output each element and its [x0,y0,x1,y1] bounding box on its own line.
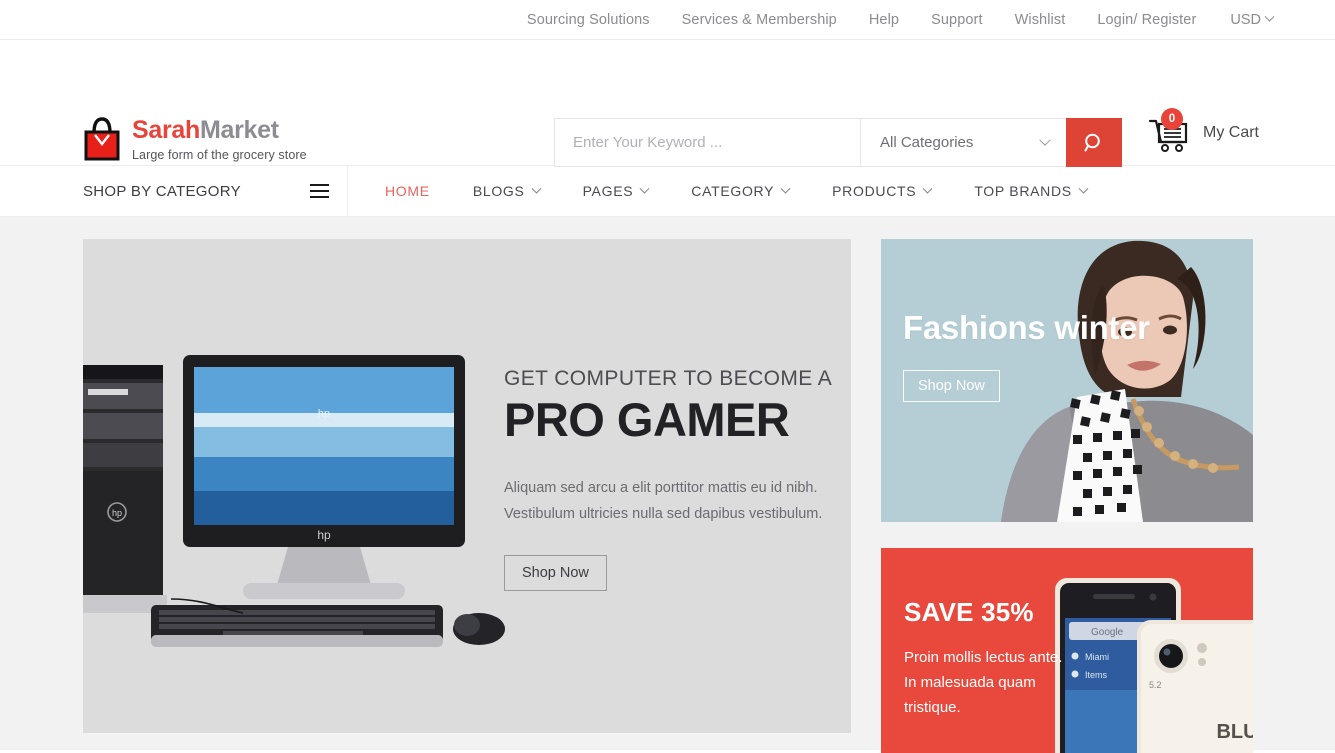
shopping-bag-icon [83,116,121,162]
topbar-link-sourcing-solutions[interactable]: Sourcing Solutions [527,12,650,28]
topbar-link-login-register[interactable]: Login/ Register [1097,12,1196,28]
chevron-down-icon [922,183,933,194]
svg-text:hp: hp [112,508,122,518]
search-bar: All Categories [554,118,1122,167]
shopping-cart-icon: 0 [1148,108,1190,154]
save-banner-title: SAVE 35% [904,597,1034,627]
hero-description: Aliquam sed arcu a elit porttitor mattis… [504,480,823,522]
chevron-down-icon [639,183,650,194]
top-utility-bar: Sourcing Solutions Services & Membership… [0,0,1335,40]
currency-label: USD [1230,11,1261,28]
search-button[interactable] [1066,118,1122,167]
fashion-banner-shop-now-button[interactable]: Shop Now [903,370,1000,402]
logo-name-primary: Sarah [132,116,200,144]
fashion-banner-title: Fashions winter [903,309,1150,346]
svg-text:Google: Google [1091,627,1124,638]
nav-item-label: PAGES [582,183,634,199]
svg-text:BLU: BLU [1216,721,1253,743]
nav-links: HOME BLOGS PAGES CATEGORY PRODUCTS TOP B… [348,166,1130,216]
nav-item-top-brands[interactable]: TOP BRANDS [974,183,1089,199]
search-input[interactable] [555,119,860,166]
chevron-down-icon [1039,134,1051,146]
chevron-down-icon [531,183,542,194]
desktop-computer-photo: hp hp hp [83,355,505,647]
topbar-link-services-membership[interactable]: Services & Membership [682,12,837,28]
shop-by-category-button[interactable]: SHOP BY CATEGORY [83,166,348,216]
site-logo[interactable]: SarahMarket Large form of the grocery st… [83,116,307,162]
nav-item-blogs[interactable]: BLOGS [472,183,542,199]
chevron-down-icon [1264,11,1275,22]
search-category-select[interactable]: All Categories [860,119,1066,166]
nav-item-pages[interactable]: PAGES [582,183,650,199]
search-category-value: All Categories [880,134,974,151]
logo-wordmark: SarahMarket [132,116,279,144]
save-banner-description: Proin mollis lectus ante. In malesuada q… [904,649,1063,716]
hero-text-block: GET COMPUTER TO BECOME A PRO GAMER Aliqu… [504,367,834,591]
logo-tagline: Large form of the grocery store [132,148,307,162]
logo-name-secondary: Market [199,116,279,144]
nav-item-label: TOP BRANDS [974,183,1072,199]
blu-smartphones-photo: Google Miami Items 5.2 BLU [1055,578,1253,753]
currency-selector[interactable]: USD [1230,11,1275,28]
svg-text:Items: Items [1085,670,1108,680]
hero-slide[interactable]: hp hp hp GET COMPUTER TO BECOME A PRO GA… [83,239,851,733]
svg-text:hp: hp [317,528,331,542]
nav-item-label: CATEGORY [691,183,775,199]
topbar-link-support[interactable]: Support [931,12,983,28]
topbar-link-wishlist[interactable]: Wishlist [1015,12,1066,28]
hamburger-menu-icon[interactable] [310,183,329,199]
promo-banner-save[interactable]: Google Miami Items 5.2 BLU SAVE 35% Proi… [881,548,1253,753]
site-header: SarahMarket Large form of the grocery st… [0,40,1335,167]
chevron-down-icon [1078,183,1089,194]
nav-item-category[interactable]: CATEGORY [691,183,791,199]
cart-label: My Cart [1203,124,1259,141]
nav-item-label: PRODUCTS [832,183,917,199]
hero-title: PRO GAMER [504,393,790,446]
svg-text:hp: hp [318,408,330,420]
nav-item-label: HOME [385,183,430,199]
nav-item-home[interactable]: HOME [385,183,430,199]
hero-kicker: GET COMPUTER TO BECOME A [504,367,833,390]
nav-item-products[interactable]: PRODUCTS [832,183,933,199]
promo-banner-fashion[interactable]: Fashions winter Shop Now [881,239,1253,522]
hero-shop-now-button[interactable]: Shop Now [504,555,607,591]
main-content: hp hp hp GET COMPUTER TO BECOME A PRO GA… [0,217,1335,753]
cart-count-badge: 0 [1161,108,1183,130]
chevron-down-icon [780,183,791,194]
nav-item-label: BLOGS [472,183,525,199]
svg-text:Miami: Miami [1085,652,1109,662]
cart-button[interactable]: 0 My Cart [1148,108,1259,154]
svg-text:5.2: 5.2 [1149,680,1162,690]
topbar-link-help[interactable]: Help [869,12,899,28]
logo-text-block: SarahMarket Large form of the grocery st… [132,116,307,162]
search-icon [1084,133,1100,151]
shop-by-category-label: SHOP BY CATEGORY [83,182,241,200]
main-navigation: SHOP BY CATEGORY HOME BLOGS PAGES CATEGO… [0,165,1335,217]
